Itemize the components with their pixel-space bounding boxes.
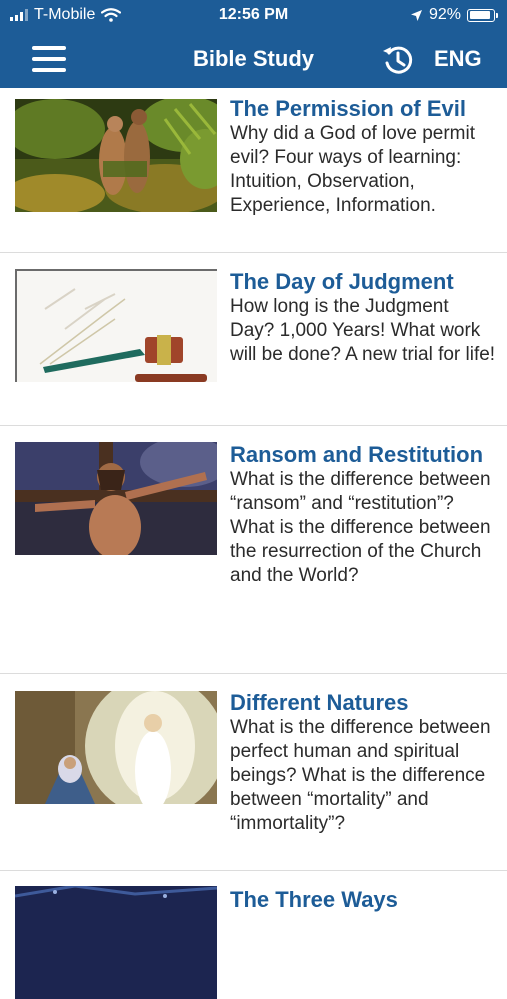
gavel-illustration [15, 269, 217, 382]
study-description: What is the difference between “ransom” … [230, 469, 491, 586]
divider [0, 870, 507, 871]
study-title[interactable]: The Day of Judgment [230, 269, 497, 295]
angel-illustration [15, 691, 217, 804]
nav-bar: Bible Study ENG [0, 30, 507, 88]
menu-icon[interactable] [32, 46, 66, 72]
divider [0, 425, 507, 426]
study-description: What is the difference between perfect h… [230, 717, 491, 834]
study-text: The Three Ways [230, 887, 497, 913]
study-thumbnail[interactable] [15, 886, 217, 999]
divider [0, 673, 507, 674]
crucifixion-illustration [15, 442, 217, 555]
study-title[interactable]: Ransom and Restitution [230, 442, 497, 468]
study-thumbnail[interactable] [15, 269, 217, 382]
study-description: How long is the Judgment Day? 1,000 Year… [230, 296, 496, 365]
study-text: Ransom and Restitution What is the diffe… [230, 442, 497, 588]
study-title[interactable]: The Permission of Evil [230, 96, 497, 122]
study-description: Why did a God of love permit evil? Four … [230, 123, 475, 216]
status-right: 92% [410, 6, 498, 24]
battery-icon [467, 8, 498, 22]
study-text: The Day of Judgment How long is the Judg… [230, 269, 497, 367]
divider [0, 252, 507, 253]
study-title[interactable]: The Three Ways [230, 887, 497, 913]
language-button[interactable]: ENG [434, 46, 482, 72]
study-thumbnail[interactable] [15, 99, 217, 212]
study-title[interactable]: Different Natures [230, 690, 497, 716]
study-text: Different Natures What is the difference… [230, 690, 497, 836]
three-ways-illustration [15, 886, 217, 999]
study-thumbnail[interactable] [15, 442, 217, 555]
study-thumbnail[interactable] [15, 691, 217, 804]
page-title: Bible Study [192, 46, 314, 71]
location-arrow-icon [410, 9, 422, 21]
study-text: The Permission of Evil Why did a God of … [230, 96, 497, 218]
battery-percent: 92% [428, 6, 461, 23]
history-icon[interactable] [380, 42, 416, 78]
garden-illustration [15, 99, 217, 212]
status-bar: T-Mobile 12:56 PM 92% [0, 0, 507, 30]
